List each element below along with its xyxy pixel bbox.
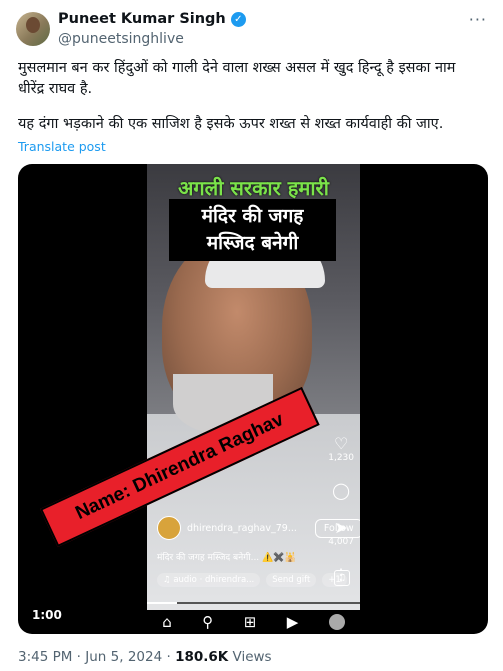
- reel-user-row: dhirendra_raghav_79... Follow: [157, 516, 360, 540]
- like-count[interactable]: ♡ 1,230: [328, 434, 354, 463]
- overlay-box-line-1: मंदिर की जगह: [201, 205, 304, 227]
- tweet-timestamp[interactable]: 3:45 PM · Jun 5, 2024 ·: [18, 649, 175, 665]
- home-icon[interactable]: ⌂: [162, 613, 172, 631]
- heart-icon[interactable]: ♡: [328, 434, 354, 453]
- follow-button[interactable]: Follow: [314, 518, 360, 538]
- reel-music-row: ♫ audio · dhirendra... Send gift +1: [157, 573, 347, 587]
- author-name[interactable]: Puneet Kumar Singh: [58, 11, 226, 27]
- author-name-row[interactable]: Puneet Kumar Singh ✓: [58, 11, 246, 27]
- reel-bottom-nav: ⌂ ⚲ ⊞ ▶: [147, 610, 360, 634]
- send-gift-button[interactable]: Send gift: [266, 573, 317, 587]
- reel-side-icons: ♡ 1,230 ◯ ➤ 4,007 ⋮: [328, 434, 354, 584]
- tweet-text: मुसलमान बन कर हिंदुओं को गाली देने वाला …: [18, 58, 488, 135]
- overlay-box: मंदिर की जगह मस्जिद बनेगी: [169, 199, 336, 261]
- tweet-meta: 3:45 PM · Jun 5, 2024 · 180.6K Views: [18, 649, 272, 665]
- reel-avatar[interactable]: [157, 516, 181, 540]
- add-icon[interactable]: ⊞: [244, 613, 257, 631]
- music-icon[interactable]: ♫: [334, 570, 350, 586]
- reel-username[interactable]: dhirendra_raghav_79...: [187, 523, 297, 534]
- overlay-green-text: अगली सरकार हमारी: [178, 176, 329, 200]
- tweet-paragraph-1: मुसलमान बन कर हिंदुओं को गाली देने वाला …: [18, 60, 456, 97]
- video-player[interactable]: अगली सरकार हमारी मंदिर की जगह मस्जिद बने…: [18, 164, 488, 634]
- reel-caption: मंदिर की जगह मस्जिद बनेगी... ⚠️✖️🕌: [157, 553, 296, 563]
- overlay-box-line-2: मस्जिद बनेगी: [206, 232, 299, 254]
- video-progress-fill: [147, 602, 177, 604]
- comment-count[interactable]: ◯: [328, 481, 354, 500]
- author-avatar[interactable]: [16, 12, 50, 46]
- translate-post-link[interactable]: Translate post: [18, 139, 106, 154]
- views-count: 180.6K: [175, 649, 229, 665]
- profile-avatar-icon[interactable]: [328, 614, 345, 630]
- video-progress-bar[interactable]: [147, 602, 360, 604]
- search-icon[interactable]: ⚲: [202, 613, 213, 631]
- author-handle[interactable]: @puneetsinghlive: [58, 31, 184, 47]
- tweet-paragraph-2: यह दंगा भड़काने की एक साजिश है इसके ऊपर …: [18, 116, 444, 132]
- video-frame[interactable]: अगली सरकार हमारी मंदिर की जगह मस्जिद बने…: [147, 164, 360, 610]
- verified-badge-icon: ✓: [230, 11, 246, 27]
- music-label[interactable]: ♫ audio · dhirendra...: [157, 573, 261, 587]
- views-label: Views: [228, 649, 272, 665]
- more-icon[interactable]: ···: [469, 10, 487, 29]
- reels-icon[interactable]: ▶: [287, 613, 299, 631]
- video-timecode: 1:00: [32, 608, 62, 622]
- comment-icon[interactable]: ◯: [328, 481, 354, 500]
